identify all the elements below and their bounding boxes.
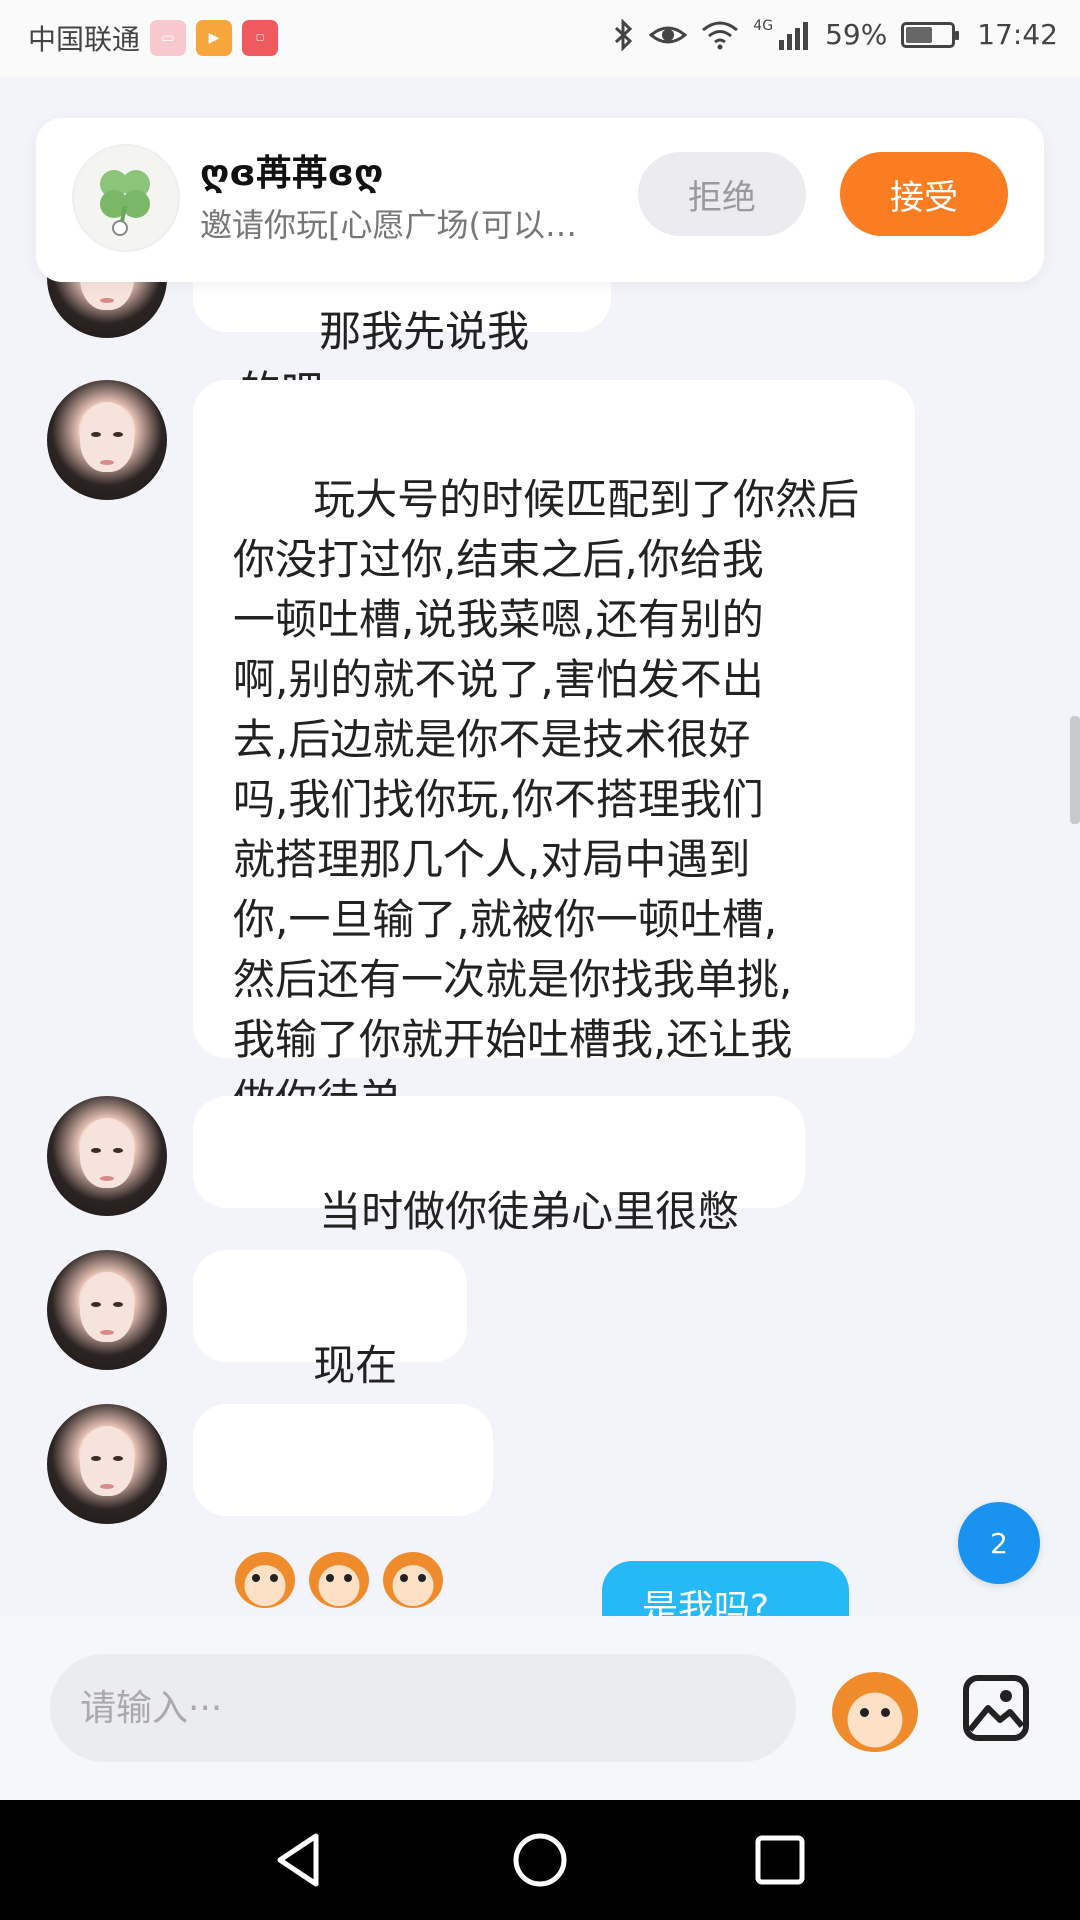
message-input[interactable] — [50, 1654, 796, 1762]
recents-icon[interactable] — [750, 1830, 810, 1890]
monkey-icon — [309, 1552, 369, 1608]
back-icon[interactable] — [270, 1830, 330, 1890]
monkey-icon — [383, 1552, 443, 1608]
home-icon[interactable] — [510, 1830, 570, 1890]
video-app-icon: ▶ — [196, 20, 233, 56]
scrollbar[interactable] — [1070, 716, 1080, 824]
navigation-bar — [0, 1800, 1080, 1920]
status-bar-right: 4G 59% 17:42 — [613, 18, 1058, 51]
unread-count-badge[interactable]: 2 — [958, 1502, 1040, 1584]
sent-message-bubble: 是我吗? — [602, 1561, 849, 1616]
avatar[interactable] — [47, 1250, 167, 1370]
network-type: 4G — [753, 18, 774, 34]
avatar[interactable] — [47, 1404, 167, 1524]
eye-icon — [649, 26, 688, 43]
invite-description: 邀请你玩[心愿广场(可以… — [200, 206, 577, 244]
battery-level — [906, 26, 933, 43]
reject-button[interactable]: 拒绝 — [638, 152, 806, 236]
carrier-name: 中国联通 — [28, 23, 141, 56]
wifi-icon — [702, 21, 739, 49]
clock: 17:42 — [977, 18, 1058, 51]
image-button[interactable] — [960, 1672, 1032, 1744]
emoji-button[interactable] — [832, 1672, 918, 1752]
battery-percent: 59% — [825, 18, 888, 51]
emoji-row — [235, 1552, 451, 1608]
signal-icon — [779, 21, 809, 50]
input-bar — [0, 1616, 1080, 1800]
huawei-app-icon: ▢ — [242, 20, 279, 56]
monkey-icon — [235, 1552, 295, 1608]
clover-avatar-icon — [72, 144, 180, 252]
message-text: 玩大号的时候匹配到了你然后 你没打过你,结束之后,你给我 一顿吐槽,说我菜嗯,还… — [233, 475, 860, 1124]
sent-message-text: 是我吗? — [642, 1588, 770, 1616]
status-bar-left: 中国联通 ▭ ▶ ▢ — [28, 18, 279, 58]
message-bubble: 当时做你徒弟心里很憋屈 — [193, 1096, 805, 1296]
status-bar: 中国联通 ▭ ▶ ▢ 4G 59% 17:42 — [0, 0, 1080, 78]
bluetooth-icon — [615, 18, 633, 51]
accept-button[interactable]: 接受 — [840, 152, 1008, 236]
battery-icon — [901, 21, 960, 48]
app-notification-icon: ▭ — [150, 20, 187, 56]
invite-card: ღɞ苒苒ɞღ 邀请你玩[心愿广场(可以… 拒绝 接受 — [36, 118, 1044, 282]
avatar[interactable] — [47, 380, 167, 500]
message-bubble: 现在不了 — [193, 1250, 467, 1450]
unread-count: 2 — [990, 1526, 1008, 1560]
message-bubble: 玩大号的时候匹配到了你然后 你没打过你,结束之后,你给我 一顿吐槽,说我菜嗯,还… — [193, 380, 915, 1124]
message-bubble — [193, 1404, 493, 1608]
chat-area[interactable]: 那我先说我的吧 玩大号的时候匹配到了你然后 你没打过你,结束之后,你给我 一顿吐… — [0, 78, 1080, 1616]
clover-icon — [100, 170, 150, 236]
inviter-name: ღɞ苒苒ɞღ — [200, 153, 384, 194]
avatar[interactable] — [47, 1096, 167, 1216]
